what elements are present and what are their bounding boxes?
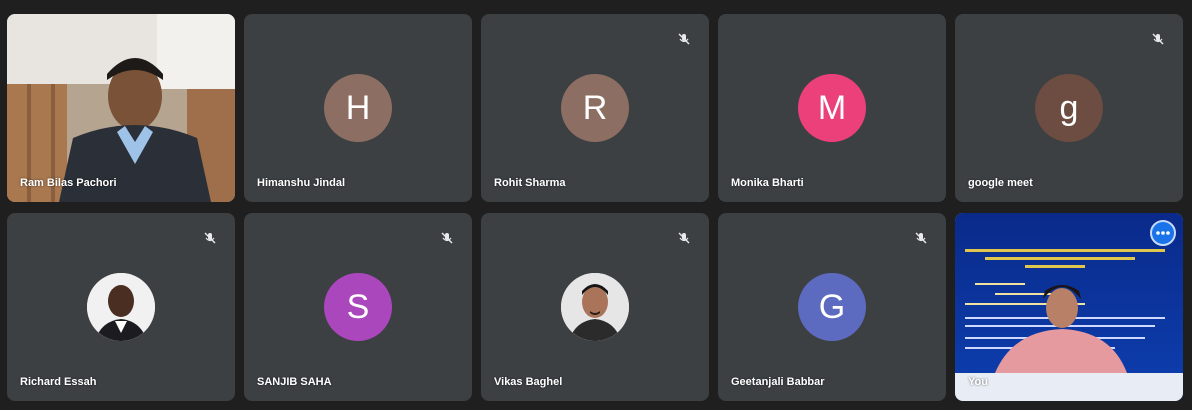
participant-name: Geetanjali Babbar	[731, 376, 825, 388]
more-options-button[interactable]	[1150, 220, 1176, 246]
participant-avatar: g	[1035, 74, 1103, 142]
participant-avatar: H	[324, 74, 392, 142]
participant-tile[interactable]: Ram Bilas Pachori	[7, 14, 235, 202]
participant-name: Ram Bilas Pachori	[20, 177, 117, 189]
participant-photo	[87, 273, 155, 341]
participant-tile[interactable]: R Rohit Sharma	[481, 14, 709, 202]
participant-avatar: S	[324, 273, 392, 341]
mic-off-icon	[915, 232, 927, 244]
participant-name: Himanshu Jindal	[257, 177, 346, 189]
participant-name: Richard Essah	[20, 376, 97, 388]
mic-off-icon	[678, 232, 690, 244]
participant-video	[955, 213, 1183, 401]
participant-tile-self[interactable]: You	[955, 213, 1183, 401]
participant-name: Vikas Baghel	[494, 376, 563, 388]
mic-off-icon	[1152, 33, 1164, 45]
participant-tile[interactable]: H Himanshu Jindal	[244, 14, 472, 202]
participant-tile[interactable]: G Geetanjali Babbar	[718, 213, 946, 401]
mic-off-icon	[441, 232, 453, 244]
participant-photo	[561, 273, 629, 341]
participant-tile[interactable]: Richard Essah	[7, 213, 235, 401]
participant-name: Monika Bharti	[731, 177, 804, 189]
more-options-icon	[1156, 231, 1170, 235]
participant-name: SANJIB SAHA	[257, 376, 332, 388]
participant-name: Rohit Sharma	[494, 177, 566, 189]
participant-avatar: G	[798, 273, 866, 341]
mic-off-icon	[204, 232, 216, 244]
participant-avatar: R	[561, 74, 629, 142]
participant-name: google meet	[968, 177, 1033, 189]
participant-tile[interactable]: g google meet	[955, 14, 1183, 202]
participant-video	[7, 14, 235, 202]
participant-tile[interactable]: Vikas Baghel	[481, 213, 709, 401]
mic-off-icon	[678, 33, 690, 45]
participant-tile[interactable]: M Monika Bharti	[718, 14, 946, 202]
participant-tile[interactable]: S SANJIB SAHA	[244, 213, 472, 401]
participant-name: You	[968, 376, 988, 388]
participant-grid: Ram Bilas Pachori H Himanshu Jindal R Ro…	[7, 14, 1185, 403]
participant-avatar: M	[798, 74, 866, 142]
